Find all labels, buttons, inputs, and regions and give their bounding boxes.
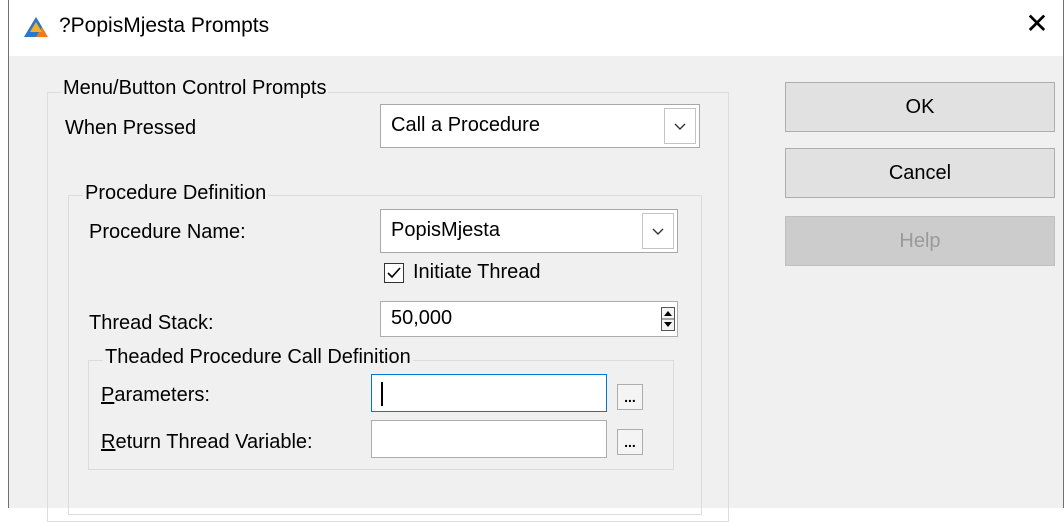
prompts-dialog: ?PopisMjesta Prompts ✕ Menu/Button Contr… xyxy=(8,0,1064,522)
help-button[interactable]: Help xyxy=(785,216,1055,266)
procedure-name-label: Procedure Name: xyxy=(89,221,246,243)
menu-button-group-title: Menu/Button Control Prompts xyxy=(61,77,329,100)
chevron-down-icon xyxy=(674,123,686,130)
thread-stack-value: 50,000 xyxy=(391,307,453,329)
thread-stack-spinner[interactable]: 50,000 xyxy=(380,301,678,337)
procedure-name-dropdown[interactable]: PopisMjesta xyxy=(380,209,678,253)
ok-button[interactable]: OK xyxy=(785,82,1055,132)
parameters-browse-button[interactable]: ... xyxy=(617,384,643,410)
app-logo-icon xyxy=(24,17,48,37)
return-accelerator: R xyxy=(101,431,116,453)
text-caret xyxy=(381,382,383,406)
when-pressed-label: When Pressed xyxy=(65,117,197,139)
spin-arrows-icon[interactable] xyxy=(661,307,675,331)
procedure-name-dropdown-button[interactable] xyxy=(642,213,674,249)
close-icon[interactable]: ✕ xyxy=(1021,8,1053,40)
parameters-label: Parameters: xyxy=(101,384,210,407)
procedure-name-value: PopisMjesta xyxy=(391,219,500,241)
when-pressed-dropdown[interactable]: Call a Procedure xyxy=(380,104,700,148)
return-thread-variable-label: Return Thread Variable: xyxy=(101,431,313,454)
initiate-thread-label[interactable]: Initiate Thread xyxy=(413,261,541,284)
checkmark-icon xyxy=(387,267,401,279)
thread-stack-label: Thread Stack: xyxy=(89,312,214,334)
title-bar: ?PopisMjesta Prompts ✕ xyxy=(9,0,1063,56)
parameters-label-rest: arameters: xyxy=(114,384,210,406)
parameters-accelerator: P xyxy=(101,384,115,406)
threaded-call-title: Theaded Procedure Call Definition xyxy=(103,346,413,369)
procedure-definition-title: Procedure Definition xyxy=(83,182,269,205)
parameters-input[interactable] xyxy=(371,374,607,412)
return-label-rest: eturn Thread Variable: xyxy=(115,431,313,453)
return-thread-variable-input[interactable] xyxy=(371,420,607,458)
cancel-button[interactable]: Cancel xyxy=(785,148,1055,198)
chevron-down-icon xyxy=(652,228,664,235)
window-title: ?PopisMjesta Prompts xyxy=(59,14,270,37)
initiate-thread-checkbox[interactable] xyxy=(384,263,404,283)
return-variable-browse-button[interactable]: ... xyxy=(617,429,643,455)
when-pressed-value: Call a Procedure xyxy=(391,114,540,136)
when-pressed-dropdown-button[interactable] xyxy=(664,108,696,144)
